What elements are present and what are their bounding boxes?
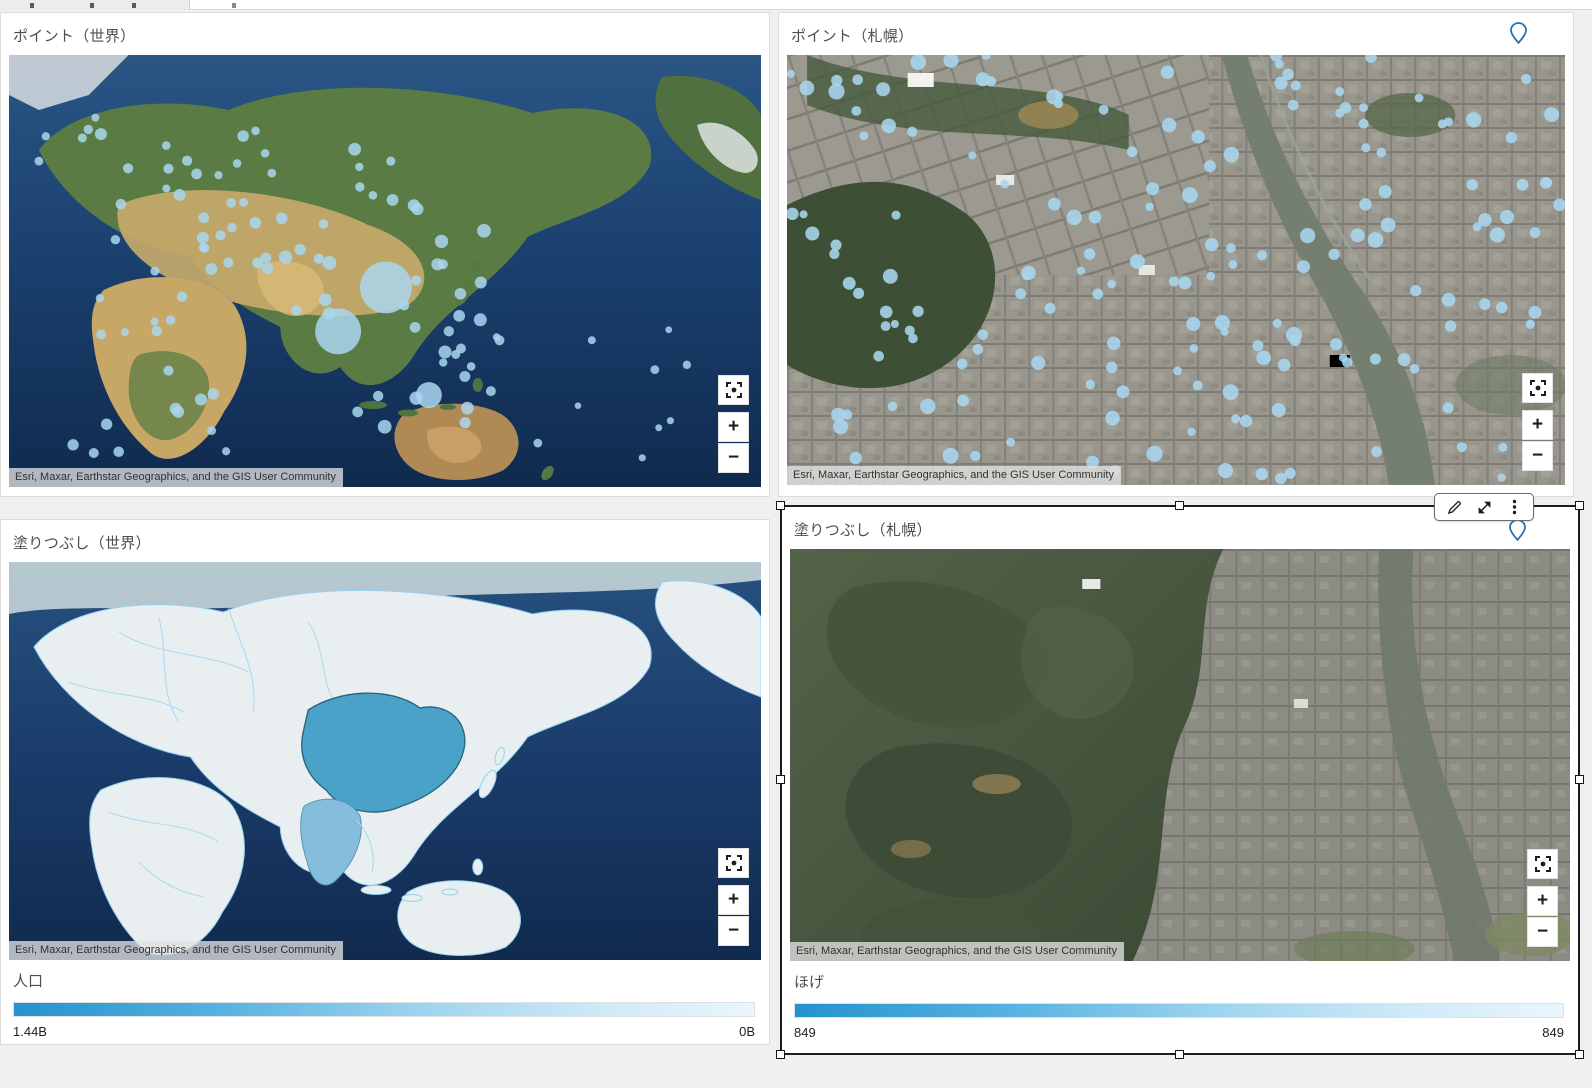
tab-text-fragment (232, 3, 236, 8)
reset-extent-button[interactable] (1527, 849, 1558, 879)
resize-handle-top-right[interactable] (1575, 501, 1584, 510)
world-choropleth-map (9, 562, 761, 960)
location-pin-icon[interactable] (1510, 22, 1527, 44)
panel-points-sapporo[interactable]: ポイント（札幌） Esri, Maxar, Earthstar Geograph… (778, 12, 1574, 497)
legend-min-value: 1.44B (13, 1024, 47, 1039)
map-points-world[interactable]: Esri, Maxar, Earthstar Geographics, and … (9, 55, 761, 487)
resize-expand-icon[interactable] (1476, 499, 1492, 515)
tab-text-fragment (90, 3, 94, 8)
panel-fill-sapporo[interactable]: 塗りつぶし（札幌） Esri, Maxar, Earthstar Geograp… (776, 493, 1584, 1059)
map-fill-world[interactable]: Esri, Maxar, Earthstar Geographics, and … (9, 562, 761, 960)
kebab-menu-icon[interactable] (1506, 499, 1522, 515)
tab-text-fragment (30, 3, 34, 8)
zoom-out-button[interactable]: − (718, 443, 749, 473)
zoom-in-button[interactable]: + (718, 885, 749, 915)
reset-extent-button[interactable] (718, 375, 749, 405)
legend-label: 人口 (13, 973, 44, 990)
zoom-out-button[interactable]: − (1527, 917, 1558, 947)
panel-title: ポイント（札幌） (791, 28, 914, 45)
map-attribution: Esri, Maxar, Earthstar Geographics, and … (790, 942, 1124, 961)
resize-handle-mid-right[interactable] (1575, 775, 1584, 784)
sapporo-points-layer (787, 55, 1565, 485)
map-fill-sapporo[interactable]: Esri, Maxar, Earthstar Geographics, and … (790, 549, 1570, 961)
legend-population: 人口 1.44B 0B (1, 960, 769, 1039)
map-attribution: Esri, Maxar, Earthstar Geographics, and … (787, 466, 1121, 485)
legend-hoge: ほげ 849 849 (782, 961, 1578, 1040)
reset-extent-button[interactable] (718, 848, 749, 878)
resize-handle-bottom-center[interactable] (1175, 1050, 1184, 1059)
reset-extent-icon (725, 855, 742, 871)
legend-min-value: 849 (794, 1025, 816, 1040)
resize-handle-bottom-right[interactable] (1575, 1050, 1584, 1059)
resize-handle-bottom-left[interactable] (776, 1050, 785, 1059)
world-points-layer (34, 113, 692, 462)
zoom-out-button[interactable]: − (1522, 441, 1553, 471)
legend-max-value: 0B (739, 1024, 755, 1039)
zoom-in-button[interactable]: + (1527, 886, 1558, 916)
reset-extent-icon (1529, 380, 1546, 396)
reset-extent-icon (1534, 856, 1551, 872)
legend-gradient-bar (794, 1003, 1564, 1018)
resize-handle-top-center[interactable] (1175, 501, 1184, 510)
reset-extent-icon (725, 382, 742, 398)
tab-strip[interactable] (0, 0, 1592, 10)
zoom-out-button[interactable]: − (718, 916, 749, 946)
panel-title: 塗りつぶし（世界） (13, 535, 151, 552)
edit-pencil-icon[interactable] (1446, 499, 1462, 515)
legend-gradient-bar (13, 1002, 755, 1017)
map-attribution: Esri, Maxar, Earthstar Geographics, and … (9, 468, 343, 487)
sapporo-satellite-map-2 (790, 549, 1570, 961)
map-attribution: Esri, Maxar, Earthstar Geographics, and … (9, 941, 343, 960)
panel-title: ポイント（世界） (13, 28, 136, 45)
panel-points-world[interactable]: ポイント（世界） Esri, Maxar, Earthstar Geograph… (0, 12, 770, 497)
tab-active-cutoff[interactable] (0, 0, 190, 10)
location-pin-icon[interactable] (1509, 519, 1526, 541)
legend-label: ほげ (794, 974, 825, 991)
panel-fill-world[interactable]: 塗りつぶし（世界） Esri, Maxar, Earthstar Geograp… (0, 519, 770, 1045)
zoom-in-button[interactable]: + (1522, 410, 1553, 440)
resize-handle-top-left[interactable] (776, 501, 785, 510)
map-points-sapporo[interactable]: Esri, Maxar, Earthstar Geographics, and … (787, 55, 1565, 485)
zoom-in-button[interactable]: + (718, 412, 749, 442)
legend-max-value: 849 (1542, 1025, 1564, 1040)
tab-text-fragment (132, 3, 136, 8)
reset-extent-button[interactable] (1522, 373, 1553, 403)
resize-handle-mid-left[interactable] (776, 775, 785, 784)
panel-edit-toolbar (1434, 493, 1534, 521)
